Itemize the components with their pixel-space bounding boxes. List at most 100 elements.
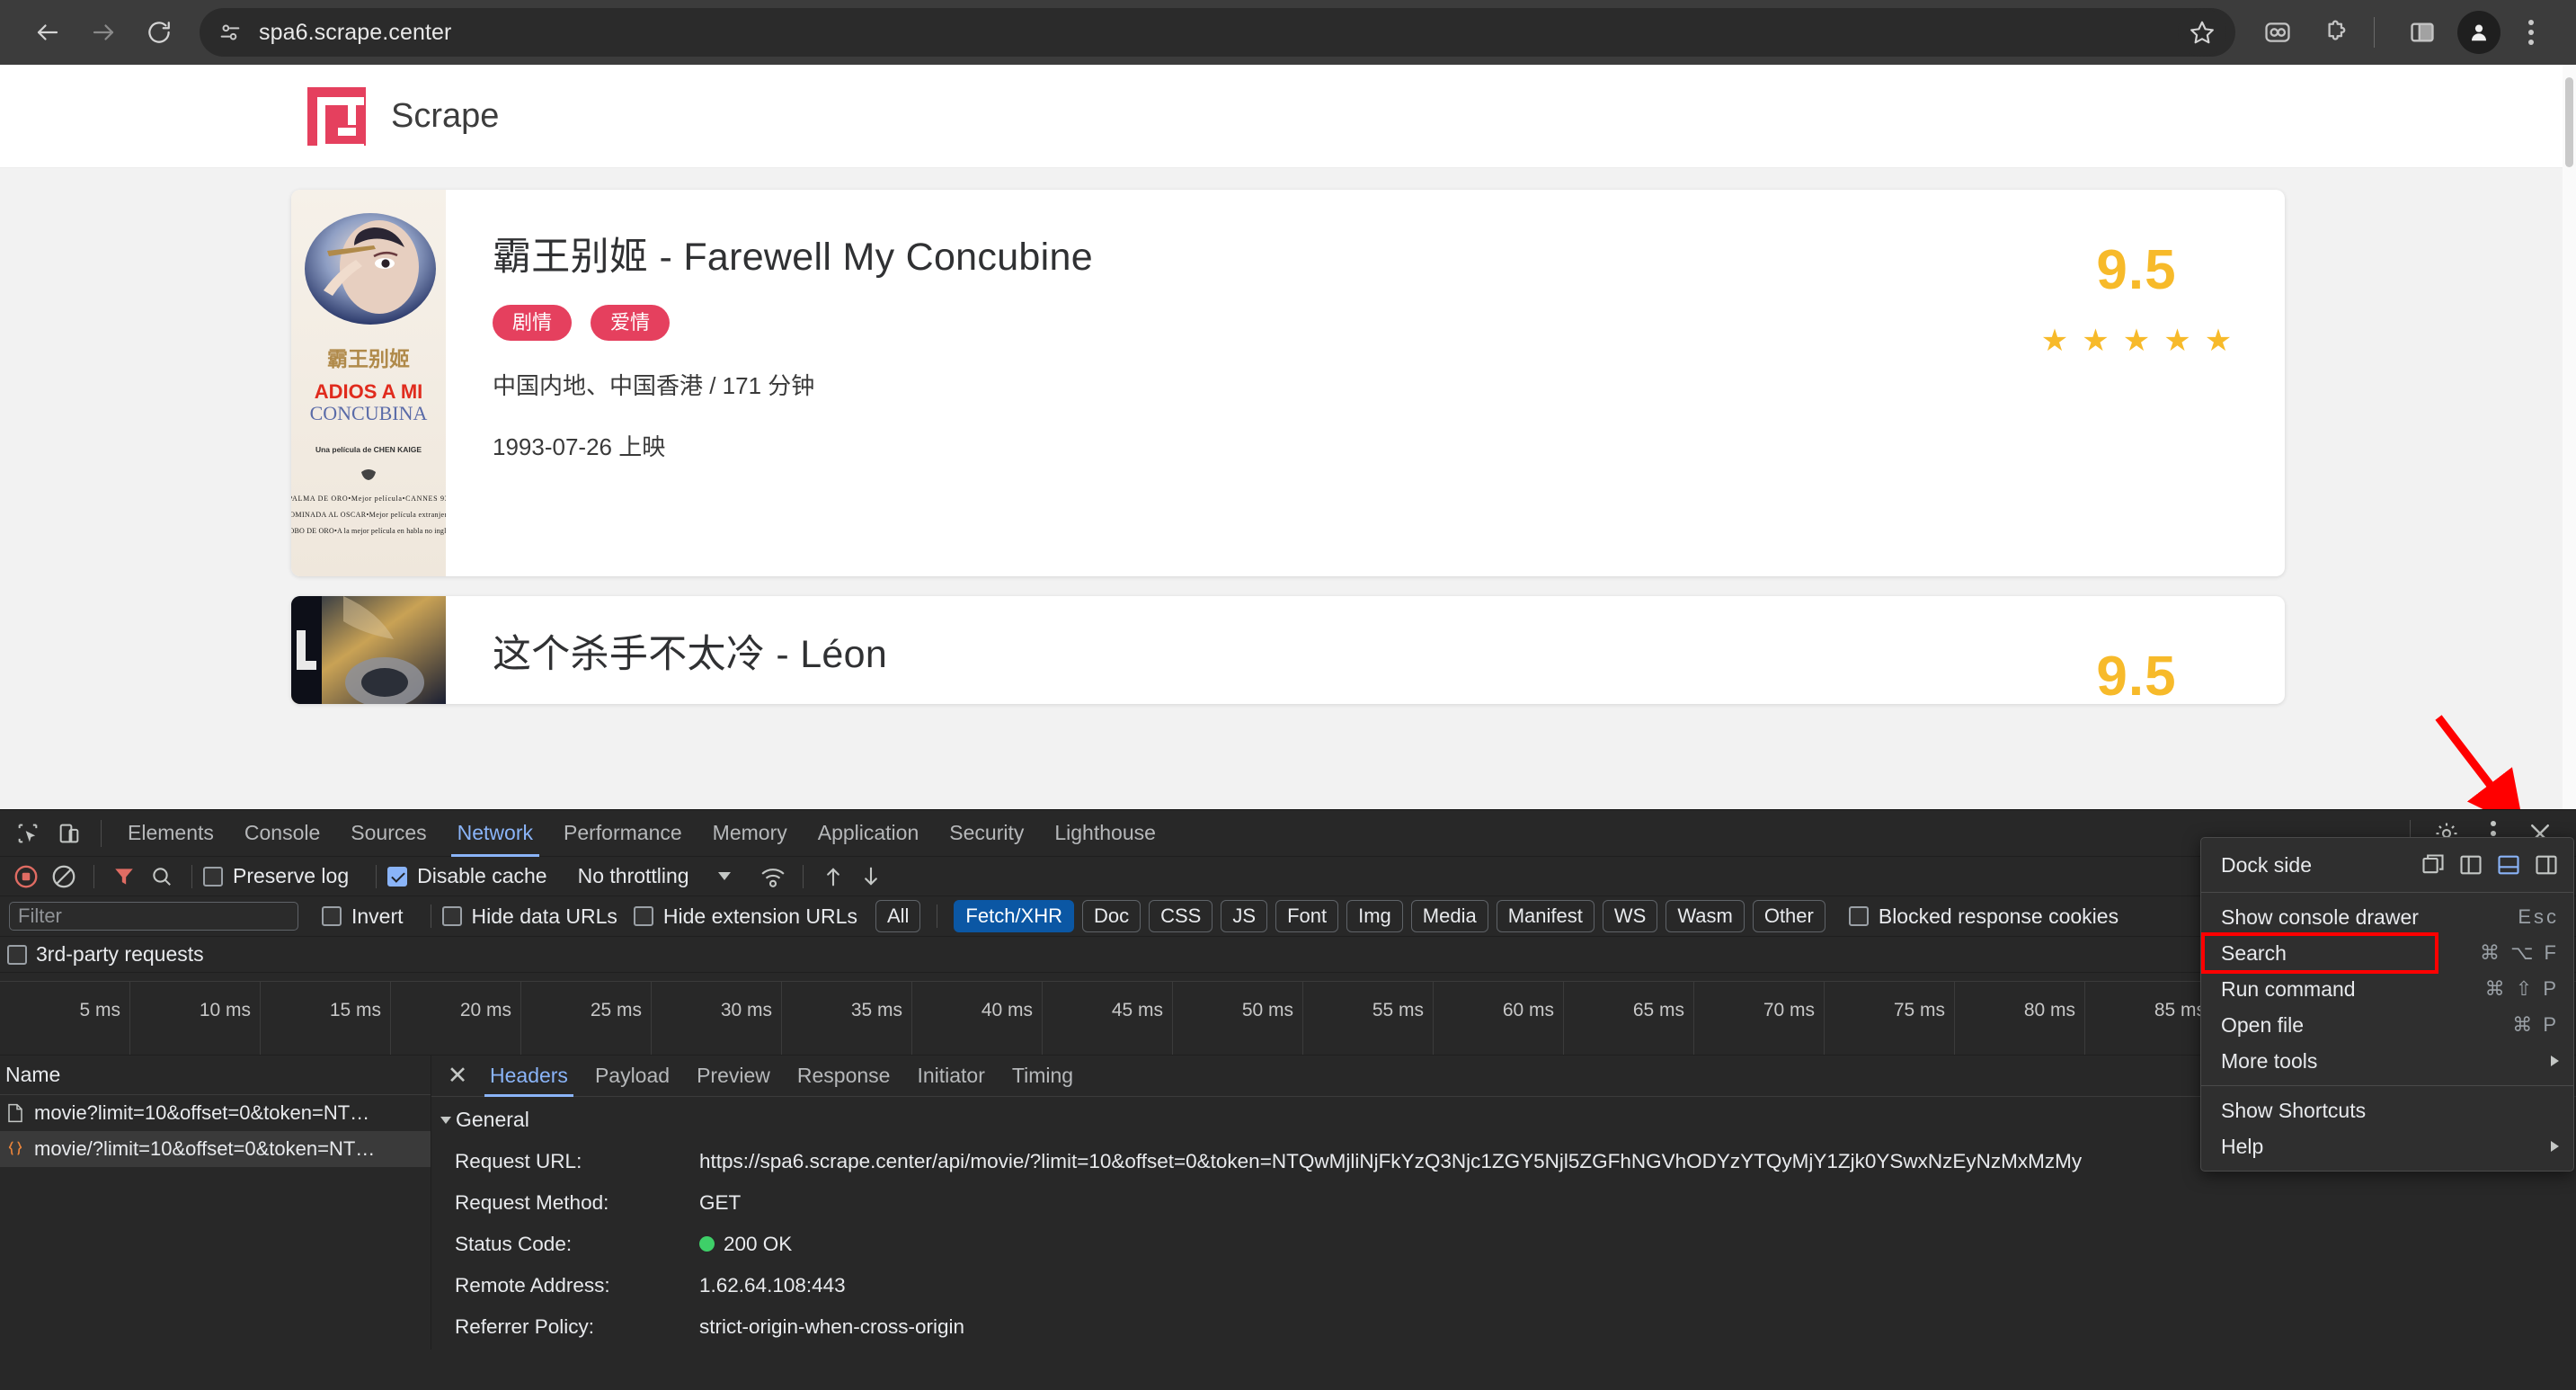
checkbox-box[interactable] (441, 906, 462, 926)
dock-bottom-icon[interactable] (2496, 852, 2521, 878)
page-scrollbar[interactable] (2563, 65, 2576, 809)
detail-tab-preview[interactable]: Preview (683, 1056, 784, 1097)
forward-button[interactable] (76, 4, 131, 60)
bookmark-star-icon[interactable] (2178, 8, 2226, 57)
svg-text:NOMINADA AL OSCAR•Mejor pelícu: NOMINADA AL OSCAR•Mejor película extranj… (291, 511, 446, 519)
blocked-response-cookies-checkbox[interactable]: Blocked response cookies (1848, 904, 2119, 929)
movie-title[interactable]: 霸王别姬 - Farewell My Concubine (493, 226, 1988, 281)
undock-window-icon[interactable] (2421, 852, 2446, 878)
movie-card[interactable]: 这个杀手不太冷 - Léon 9.5 (291, 596, 2285, 704)
request-list-header[interactable]: Name (0, 1056, 431, 1095)
chip-js[interactable]: JS (1221, 900, 1268, 932)
movie-tags: 剧情 爱情 (493, 305, 1988, 341)
tab-sources[interactable]: Sources (335, 810, 441, 857)
chip-doc[interactable]: Doc (1082, 900, 1141, 932)
checkbox-box[interactable] (1848, 906, 1869, 926)
checkbox-box[interactable] (203, 866, 223, 887)
header-value: strict-origin-when-cross-origin (699, 1315, 965, 1338)
movie-region-duration: 中国内地、中国香港 / 171 分钟 (493, 372, 815, 399)
request-row[interactable]: movie?limit=10&offset=0&token=NT… (0, 1095, 431, 1131)
address-bar[interactable]: spa6.scrape.center (200, 8, 2235, 57)
chip-media[interactable]: Media (1410, 900, 1488, 932)
chrome-menu-kebab-icon[interactable] (2509, 8, 2553, 57)
filter-funnel-icon[interactable] (105, 858, 143, 895)
clear-network-log-icon[interactable] (45, 858, 83, 895)
checkbox-box[interactable] (7, 944, 27, 965)
checkbox-box[interactable] (633, 906, 653, 926)
detail-tab-payload[interactable]: Payload (582, 1056, 683, 1097)
close-detail-pane-icon[interactable]: ✕ (439, 1057, 476, 1095)
chip-fetch-xhr[interactable]: Fetch/XHR (954, 900, 1074, 932)
preserve-log-checkbox[interactable]: Preserve log (203, 864, 349, 888)
detail-tab-timing[interactable]: Timing (999, 1056, 1087, 1097)
network-timeline-overview[interactable]: 5 ms 10 ms 15 ms 20 ms 25 ms 30 ms 35 ms… (0, 973, 2576, 1056)
invert-checkbox[interactable]: Invert (322, 904, 404, 929)
tab-network[interactable]: Network (442, 810, 548, 857)
detail-tab-initiator[interactable]: Initiator (903, 1056, 998, 1097)
menu-item-show-console-drawer[interactable]: Show console drawer Esc (2201, 899, 2573, 935)
site-information-icon[interactable] (218, 20, 243, 45)
dock-right-icon[interactable] (2534, 852, 2559, 878)
search-icon[interactable] (143, 858, 181, 895)
chevron-right-icon (2551, 1141, 2559, 1152)
scrollbar-thumb[interactable] (2565, 77, 2573, 167)
menu-divider (2201, 892, 2573, 893)
header-row-status-code: Status Code: 200 OK (431, 1224, 2576, 1265)
dock-side-label: Dock side (2221, 852, 2312, 877)
header-value[interactable]: https://spa6.scrape.center/api/movie/?li… (699, 1142, 2082, 1181)
checkbox-box[interactable] (322, 906, 342, 926)
chip-img[interactable]: Img (1346, 900, 1403, 932)
chip-wasm[interactable]: Wasm (1666, 900, 1745, 932)
chip-ws[interactable]: WS (1602, 900, 1658, 932)
tab-elements[interactable]: Elements (112, 810, 229, 857)
extensions-puzzle-icon[interactable] (2311, 8, 2359, 57)
menu-item-search[interactable]: Search ⌘ ⌥ F (2201, 932, 2573, 974)
timeline-tick: 75 ms (1825, 982, 1955, 1055)
tab-lighthouse[interactable]: Lighthouse (1039, 810, 1171, 857)
tab-search-icon[interactable] (2253, 8, 2302, 57)
chip-other[interactable]: Other (1752, 900, 1825, 932)
stop-recording-icon[interactable] (7, 858, 45, 895)
menu-item-run-command[interactable]: Run command ⌘ ⇧ P (2201, 971, 2573, 1007)
side-panel-icon[interactable] (2398, 8, 2447, 57)
back-button[interactable] (20, 4, 76, 60)
movie-card[interactable]: 霸王别姬 ADIOS A MI CONCUBINA Una película d… (291, 190, 2285, 576)
disable-cache-checkbox[interactable]: Disable cache (387, 864, 547, 888)
tab-memory[interactable]: Memory (697, 810, 803, 857)
profile-avatar[interactable] (2457, 11, 2500, 54)
movie-score-block: 9.5 ★ ★ ★ ★ ★ (1988, 190, 2285, 576)
tab-console[interactable]: Console (229, 810, 335, 857)
checkbox-box[interactable] (387, 866, 408, 887)
chip-all[interactable]: All (875, 900, 921, 932)
tab-performance[interactable]: Performance (548, 810, 697, 857)
filter-input[interactable] (9, 902, 298, 931)
movie-title[interactable]: 这个杀手不太冷 - Léon (493, 623, 1988, 679)
chip-font[interactable]: Font (1275, 900, 1339, 932)
menu-item-open-file[interactable]: Open file ⌘ P (2201, 1007, 2573, 1043)
timeline-tick: 5 ms (0, 982, 130, 1055)
menu-item-more-tools[interactable]: More tools (2201, 1043, 2573, 1079)
network-conditions-icon[interactable] (754, 858, 792, 895)
dock-left-icon[interactable] (2458, 852, 2483, 878)
menu-item-show-shortcuts[interactable]: Show Shortcuts (2201, 1092, 2573, 1128)
hide-data-urls-checkbox[interactable]: Hide data URLs (441, 904, 617, 929)
header-key: Request URL: (455, 1150, 582, 1172)
header-row-request-method: Request Method: GET (431, 1182, 2576, 1224)
import-har-icon[interactable] (814, 858, 852, 895)
detail-tab-response[interactable]: Response (784, 1056, 904, 1097)
export-har-icon[interactable] (852, 858, 890, 895)
reload-button[interactable] (131, 4, 187, 60)
chip-css[interactable]: CSS (1149, 900, 1213, 932)
inspect-element-icon[interactable] (7, 813, 49, 854)
detail-tab-headers[interactable]: Headers (476, 1056, 582, 1097)
menu-item-help[interactable]: Help (2201, 1128, 2573, 1164)
hide-extension-urls-checkbox[interactable]: Hide extension URLs (633, 904, 857, 929)
third-party-requests-checkbox[interactable]: 3rd-party requests (7, 942, 204, 967)
chip-manifest[interactable]: Manifest (1496, 900, 1594, 932)
throttling-select[interactable]: No throttling (578, 864, 731, 888)
request-row[interactable]: movie/?limit=10&offset=0&token=NT… (0, 1131, 431, 1167)
device-toolbar-icon[interactable] (49, 813, 90, 854)
menu-item-label: Run command (2221, 976, 2356, 1001)
tab-security[interactable]: Security (934, 810, 1039, 857)
tab-application[interactable]: Application (803, 810, 935, 857)
